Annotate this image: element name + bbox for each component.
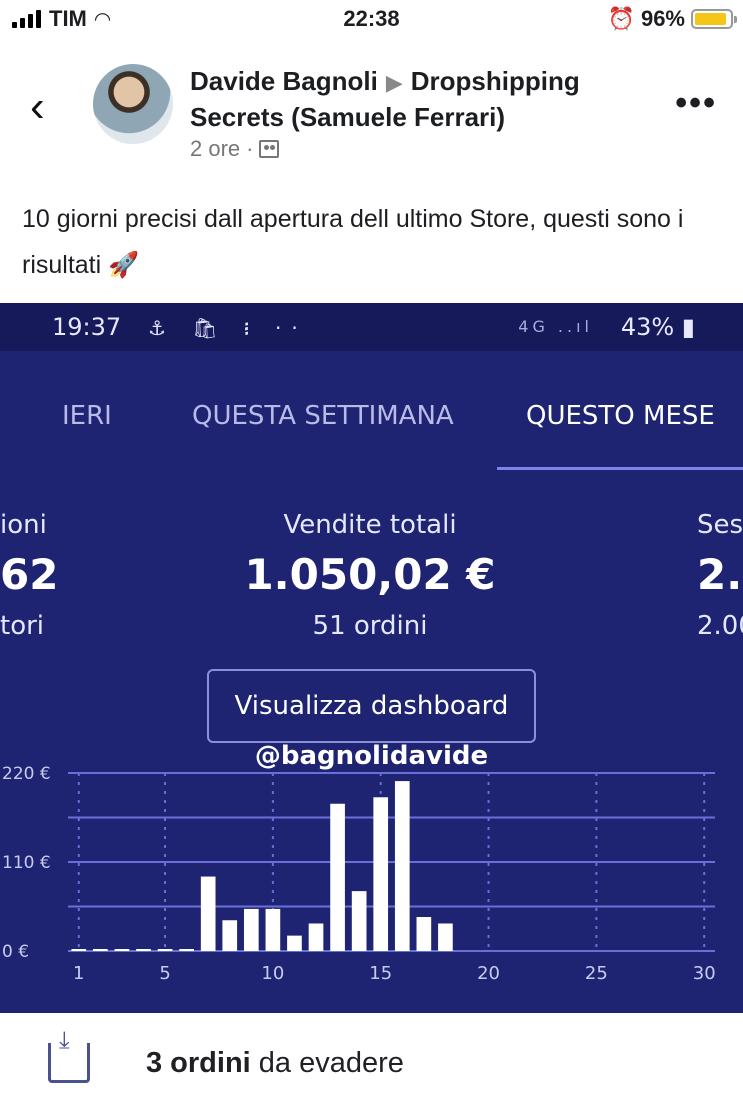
post-author-line: Davide Bagnoli ▶ Dropshipping Secrets (Sam… <box>190 64 640 134</box>
left-stat-sub: tori <box>0 611 45 641</box>
android-status-bar: 19:37 ⚓ 🛍 ᎒ ·· 4G ..ıl 43% ▮ <box>0 303 743 351</box>
orders-to-fulfill-label: da evadere <box>258 1047 404 1079</box>
chart-x-tick-15: 15 <box>369 963 392 984</box>
chart-bar-day-6 <box>179 949 194 951</box>
sales-label: Vendite totali <box>283 510 457 540</box>
post-header: ‹ Davide Bagnoli ▶ Dropshipping Secrets (S… <box>0 58 743 168</box>
left-stat-value: 62 <box>0 550 59 599</box>
right-stat-value: 2.1 <box>697 550 743 599</box>
chart-bar-day-12 <box>308 923 324 951</box>
android-battery: 43% ▮ <box>620 313 695 341</box>
play-arrow-icon: ▶ <box>385 70 403 95</box>
chart-bar-day-9 <box>243 908 259 951</box>
back-button[interactable]: ‹ <box>30 82 45 132</box>
chart-bar-day-16 <box>394 781 410 951</box>
battery-icon <box>691 9 737 29</box>
period-tabs: IERI QUESTA SETTIMANA QUESTO MESE <box>0 383 743 473</box>
chart-y-tick-2: 0 € <box>2 942 29 962</box>
right-stat-label: Ses <box>697 510 743 540</box>
chart-bar-day-7 <box>200 876 216 951</box>
chart-bar-day-13 <box>330 803 345 951</box>
chart-x-tick-1: 1 <box>73 963 84 984</box>
chart-bar-day-14 <box>351 891 367 951</box>
chart-bar-day-2 <box>93 949 108 951</box>
chart-bar-day-1 <box>71 949 87 951</box>
post-meta: 2 ore · <box>190 136 280 162</box>
group-privacy-icon <box>259 140 280 158</box>
chart-x-tick-10: 10 <box>261 963 284 984</box>
network-icon: 4G ..ıl <box>518 317 593 336</box>
watermark: @bagnolidavide <box>254 741 489 771</box>
more-options-button[interactable]: ••• <box>675 84 717 123</box>
active-tab-indicator <box>497 467 743 470</box>
chart-bar-day-3 <box>114 949 130 951</box>
chart-bar-day-18 <box>438 923 453 951</box>
orders-to-fulfill-row[interactable]: 3 ordini da evadere <box>0 1013 743 1104</box>
chart-bar-day-8 <box>222 920 238 951</box>
chart-bar-day-4 <box>136 949 151 951</box>
tab-ieri: IERI <box>62 401 112 431</box>
sales-value: 1.050,02 € <box>244 550 496 599</box>
ios-status-bar: TIM ◠ 22:38 ⏰ 96% <box>0 0 743 40</box>
orders-count: 51 ordini <box>312 611 428 641</box>
tab-questa-settimana: QUESTA SETTIMANA <box>192 401 454 431</box>
chart-bar-day-10 <box>265 908 281 951</box>
tab-questo-mese: QUESTO MESE <box>526 401 715 431</box>
post-text: 10 giorni precisi dall apertura dell ult… <box>22 205 684 279</box>
avatar[interactable] <box>93 64 173 144</box>
chart-bar-day-5 <box>157 949 173 951</box>
alarm-icon: ⏰ <box>607 6 635 31</box>
chart-x-tick-5: 5 <box>159 963 170 984</box>
inbox-download-icon <box>48 1027 90 1083</box>
orders-to-fulfill-count: 3 ordini <box>146 1047 251 1079</box>
right-stat-sub: 2.00 <box>697 611 743 641</box>
chart-y-tick-1: 110 € <box>2 853 51 873</box>
left-stat-label: ioni <box>0 510 47 540</box>
battery-percent: 96% <box>640 6 685 31</box>
view-dashboard-button: Visualizza dashboard <box>207 669 536 743</box>
chart-x-tick-30: 30 <box>693 963 716 984</box>
daily-sales-chart: 1 5 10 15 20 25 30220 €110 €0 € <box>2 764 716 984</box>
author-name[interactable]: Davide Bagnoli <box>190 66 378 96</box>
orders-to-fulfill-text: 3 ordini da evadere <box>146 1047 404 1080</box>
chart-x-tick-25: 25 <box>585 963 608 984</box>
notification-icons: ⚓ 🛍 ᎒ ·· <box>148 316 308 340</box>
chart-x-tick-20: 20 <box>477 963 500 984</box>
chart-bar-day-15 <box>373 797 389 951</box>
status-right: ⏰ 96% <box>607 6 737 32</box>
post-image[interactable]: 19:37 ⚓ 🛍 ᎒ ·· 4G ..ıl 43% ▮ IERI QUESTA… <box>0 303 743 1013</box>
chart-bar-day-11 <box>287 935 302 951</box>
chart-bar-day-17 <box>416 917 432 951</box>
post-time[interactable]: 2 ore <box>190 136 240 162</box>
android-time: 19:37 <box>52 313 122 341</box>
